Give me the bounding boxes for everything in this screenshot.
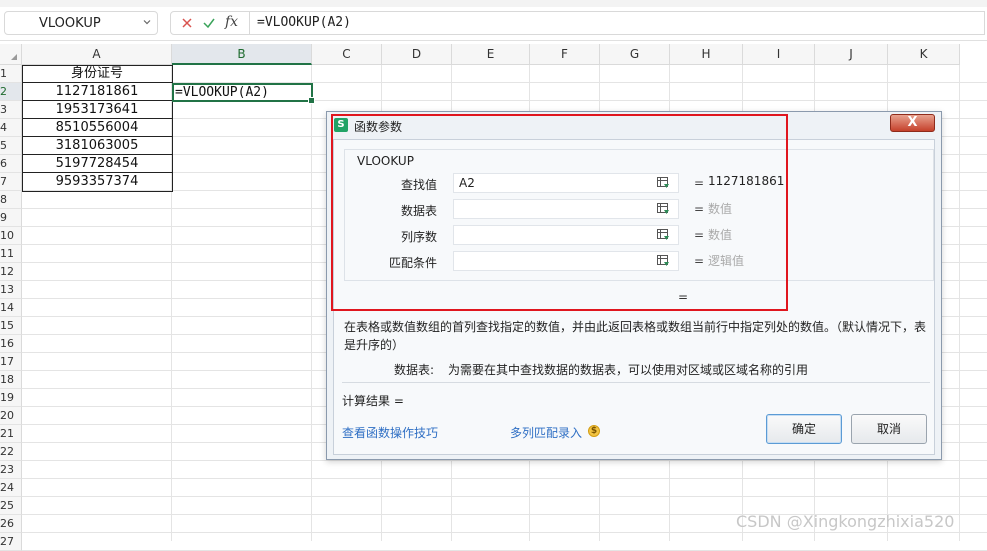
row-header-20[interactable]: 20 (0, 407, 22, 425)
argument-help: 数据表: 为需要在其中查找数据的数据表，可以使用对区域或区域名称的引用 (394, 361, 808, 378)
coin-icon: $ (588, 425, 600, 437)
function-description: 在表格或数值数组的首列查找指定的数值，并由此返回表格或数组当前行中指定列处的数值… (344, 320, 927, 352)
row-header-6[interactable]: 6 (0, 155, 22, 173)
column-header-d[interactable]: D (382, 44, 452, 65)
row-header-18[interactable]: 18 (0, 371, 22, 389)
grid-hline (22, 532, 987, 533)
divider (342, 382, 930, 383)
row-header-11[interactable]: 11 (0, 245, 22, 263)
row-header-19[interactable]: 19 (0, 389, 22, 407)
corner-triangle-icon (11, 54, 17, 60)
column-header-g[interactable]: G (600, 44, 670, 65)
row-header-1[interactable]: 1 (0, 65, 22, 83)
calc-result: 计算结果 = (342, 394, 404, 408)
row-header-12[interactable]: 12 (0, 263, 22, 281)
formula-input[interactable]: =VLOOKUP(A2) (250, 11, 985, 35)
name-box[interactable]: VLOOKUP (4, 11, 158, 35)
highlight-annotation-box (331, 114, 788, 311)
row-header-3[interactable]: 3 (0, 101, 22, 119)
row-header-26[interactable]: 26 (0, 515, 22, 533)
table-row-border (22, 100, 173, 101)
formula-text: =VLOOKUP(A2) (257, 15, 351, 30)
column-header-h[interactable]: H (670, 44, 743, 65)
table-row-border (22, 136, 173, 137)
argument-help-name: 数据表: (394, 363, 435, 377)
row-header-17[interactable]: 17 (0, 353, 22, 371)
fill-handle[interactable] (308, 97, 315, 104)
column-header-i[interactable]: I (743, 44, 815, 65)
formula-bar: VLOOKUP fx =VLOOKUP(A2) (0, 7, 987, 41)
row-header-24[interactable]: 24 (0, 479, 22, 497)
row-header-25[interactable]: 25 (0, 497, 22, 515)
row-header-16[interactable]: 16 (0, 335, 22, 353)
formula-buttons: fx (170, 11, 250, 35)
table-row-border (22, 172, 173, 173)
multi-column-match-link[interactable]: 多列匹配录入 (510, 424, 582, 441)
row-header-14[interactable]: 14 (0, 299, 22, 317)
table-row-border (22, 154, 173, 155)
column-header-b[interactable]: B (172, 44, 312, 65)
chevron-down-icon[interactable] (143, 18, 151, 26)
check-icon[interactable] (202, 16, 216, 30)
column-header-f[interactable]: F (530, 44, 600, 65)
row-header-7[interactable]: 7 (0, 173, 22, 191)
column-header-k[interactable]: K (888, 44, 960, 65)
insert-function-button[interactable]: fx (225, 14, 238, 30)
row-header-10[interactable]: 10 (0, 227, 22, 245)
row-header-9[interactable]: 9 (0, 209, 22, 227)
row-header-4[interactable]: 4 (0, 119, 22, 137)
function-tips-link[interactable]: 查看函数操作技巧 (342, 424, 438, 441)
ok-button[interactable]: 确定 (766, 414, 842, 444)
row-header-23[interactable]: 23 (0, 461, 22, 479)
row-header-21[interactable]: 21 (0, 425, 22, 443)
cancel-button[interactable]: 取消 (851, 414, 927, 444)
watermark: CSDN @Xingkongzhixia520 (736, 512, 955, 531)
column-header-c[interactable]: C (312, 44, 382, 65)
row-header-27[interactable]: 27 (0, 533, 22, 551)
column-header-j[interactable]: J (815, 44, 888, 65)
column-header-e[interactable]: E (452, 44, 530, 65)
grid-hline (22, 460, 987, 461)
name-box-value: VLOOKUP (39, 16, 101, 31)
table-row-border (22, 82, 173, 83)
grid-hline (22, 478, 987, 479)
active-cell-text: =VLOOKUP(A2) (175, 85, 269, 100)
close-button[interactable]: X (890, 114, 935, 132)
column-header-a[interactable]: A (22, 44, 172, 65)
grid-hline (22, 496, 987, 497)
row-header-22[interactable]: 22 (0, 443, 22, 461)
row-header-15[interactable]: 15 (0, 317, 22, 335)
row-header-2[interactable]: 2 (0, 83, 22, 101)
row-header-5[interactable]: 5 (0, 137, 22, 155)
row-header-8[interactable]: 8 (0, 191, 22, 209)
active-cell-b2[interactable]: =VLOOKUP(A2) (172, 83, 315, 104)
row-header-13[interactable]: 13 (0, 281, 22, 299)
select-all-corner[interactable] (0, 44, 22, 65)
table-row-border (22, 118, 173, 119)
argument-help-text: 为需要在其中查找数据的数据表，可以使用对区域或区域名称的引用 (448, 363, 809, 377)
close-icon[interactable] (180, 16, 194, 30)
